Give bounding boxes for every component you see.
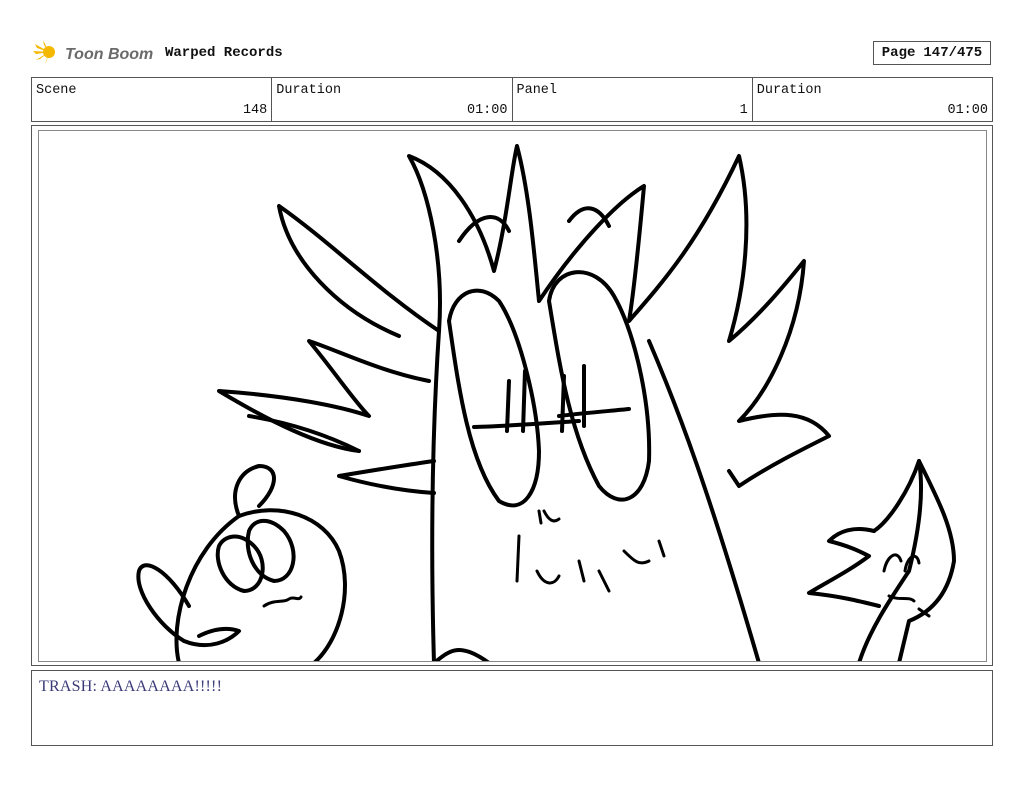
panel-number: 1 xyxy=(739,103,748,118)
panel-duration-value: 01:00 xyxy=(947,103,988,118)
nose-scribble xyxy=(537,509,561,525)
left-spike-top xyxy=(277,204,441,338)
page-indicator: Page 147/475 xyxy=(873,41,991,65)
panel-cell: Panel 1 xyxy=(513,78,753,121)
storyboard-panel xyxy=(38,130,987,662)
toon-boom-logo-icon: Toon Boom xyxy=(33,40,153,65)
scene-number: 148 xyxy=(242,103,268,118)
right-character-body xyxy=(857,459,923,661)
panel-duration-cell: Duration 01:00 xyxy=(753,78,992,121)
small-character-body xyxy=(174,508,347,661)
scene-label: Scene xyxy=(36,83,77,98)
storyboard-sketch xyxy=(136,144,956,661)
dialogue-text: TRASH: AAAAAAAA!!!!! xyxy=(39,678,223,695)
scene-cell: Scene 148 xyxy=(32,78,273,121)
panel-label: Panel xyxy=(516,83,558,98)
scene-info-row: Scene 148 Duration 01:00 Panel 1 Duratio… xyxy=(31,77,993,122)
right-brow xyxy=(567,206,611,228)
panel-duration-label: Duration xyxy=(756,83,822,98)
left-pupil-1 xyxy=(505,379,511,433)
toon-boom-logo: Toon Boom xyxy=(33,38,158,68)
big-character-right-body xyxy=(647,339,761,661)
right-pupil-1 xyxy=(560,374,566,433)
right-character-face xyxy=(882,553,931,618)
right-character-spikes xyxy=(807,527,881,608)
logo-wordmark: Toon Boom xyxy=(65,46,153,63)
scene-duration-label: Duration xyxy=(276,83,342,98)
small-character-eye-right xyxy=(245,518,296,583)
scene-duration-cell: Duration 01:00 xyxy=(272,78,513,121)
big-character-left-leg xyxy=(433,648,490,661)
left-spike-lower xyxy=(337,459,436,495)
small-character-eye-left xyxy=(215,534,265,593)
page-label: Page xyxy=(881,45,916,61)
scene-duration-value: 01:00 xyxy=(466,103,508,118)
page-number: 147/475 xyxy=(923,45,983,61)
project-title: Warped Records xyxy=(165,45,283,61)
beard-scribbles xyxy=(515,534,666,593)
left-pupil-2 xyxy=(521,369,527,433)
dialogue-box: TRASH: AAAAAAAA!!!!! xyxy=(31,670,993,746)
small-character-mouth xyxy=(262,595,303,608)
